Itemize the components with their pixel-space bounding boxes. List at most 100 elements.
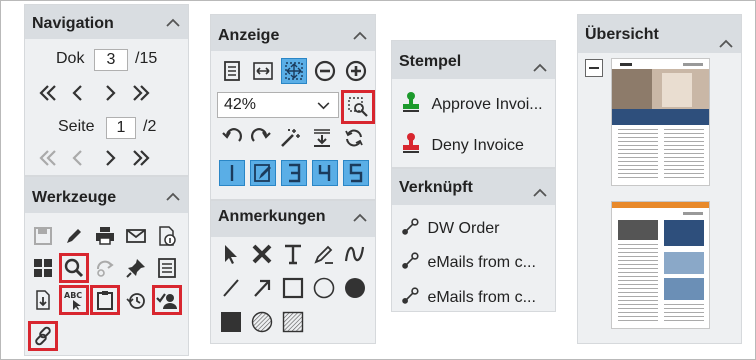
svg-text:ABC: ABC xyxy=(64,291,82,300)
zoom-out-icon[interactable] xyxy=(312,58,338,84)
stamp-label-deny: Deny Invoice xyxy=(431,137,524,154)
stempel-title: Stempel xyxy=(399,53,462,70)
cursor-icon[interactable] xyxy=(218,241,244,267)
layout-edit-icon[interactable] xyxy=(250,160,276,186)
stamp-item-approve[interactable]: Approve Invoi... xyxy=(400,91,543,114)
user-check-icon[interactable] xyxy=(152,285,182,315)
close-icon[interactable] xyxy=(249,241,275,267)
arrow-icon[interactable] xyxy=(249,275,275,301)
mail-icon[interactable] xyxy=(123,223,149,249)
pin-icon[interactable] xyxy=(123,255,149,281)
first-document-icon[interactable] xyxy=(35,80,61,106)
ellipse-icon[interactable] xyxy=(311,275,337,301)
document-info-icon[interactable] xyxy=(154,223,180,249)
linked-item-label: eMails from c... xyxy=(427,289,536,306)
search-icon[interactable] xyxy=(59,253,89,283)
page-thumbnail[interactable] xyxy=(611,58,710,186)
chevron-up-icon[interactable] xyxy=(166,192,180,201)
chevron-up-icon[interactable] xyxy=(353,31,367,40)
anmerkungen-title: Anmerkungen xyxy=(218,208,326,225)
previous-page-icon[interactable] xyxy=(65,145,91,171)
page-thumbnail[interactable] xyxy=(611,201,710,329)
linked-item[interactable]: eMails from c... xyxy=(401,252,536,272)
refresh-icon[interactable] xyxy=(341,125,367,151)
print-icon[interactable] xyxy=(92,223,118,249)
text-icon[interactable] xyxy=(280,241,306,267)
freehand-icon[interactable] xyxy=(342,241,368,267)
linked-item-label: DW Order xyxy=(427,220,500,237)
filled-circle-icon[interactable] xyxy=(342,275,368,301)
history-icon[interactable] xyxy=(123,287,149,313)
doc-total: /15 xyxy=(135,50,158,67)
verknuepft-title: Verknüpft xyxy=(399,179,473,196)
zoom-select[interactable]: 42% xyxy=(217,92,339,118)
pen-icon[interactable] xyxy=(311,241,337,267)
chevron-up-icon[interactable] xyxy=(166,18,180,27)
anmerkungen-header[interactable]: Anmerkungen xyxy=(211,201,375,237)
chevron-up-icon[interactable] xyxy=(533,188,547,197)
stamp-icon xyxy=(403,133,419,153)
magic-wand-icon[interactable] xyxy=(277,125,303,151)
layout-3-icon[interactable] xyxy=(281,160,307,186)
stamp-item-deny[interactable]: Deny Invoice xyxy=(400,132,524,155)
stempel-header[interactable]: Stempel xyxy=(392,41,555,79)
rotate-right-icon[interactable] xyxy=(248,125,274,151)
chevron-up-icon[interactable] xyxy=(719,39,733,48)
fit-width-icon[interactable] xyxy=(250,58,276,84)
link-node-icon xyxy=(402,252,419,269)
rectangle-icon[interactable] xyxy=(280,275,306,301)
navigation-title: Navigation xyxy=(32,15,114,32)
zoom-in-icon[interactable] xyxy=(343,58,369,84)
chevron-down-icon xyxy=(317,102,330,110)
next-page-icon[interactable] xyxy=(97,145,123,171)
page-label: Seite xyxy=(58,118,95,135)
download-icon[interactable] xyxy=(309,125,335,151)
link-icon[interactable] xyxy=(28,321,58,351)
layout-1-icon[interactable] xyxy=(219,160,245,186)
line-icon[interactable] xyxy=(218,275,244,301)
previous-document-icon[interactable] xyxy=(65,80,91,106)
stempel-panel: Stempel Approve Invoi... Deny Invoice xyxy=(391,40,556,168)
uebersicht-title: Übersicht xyxy=(585,26,659,43)
linked-item[interactable]: eMails from c... xyxy=(401,287,536,307)
grid-view-icon[interactable] xyxy=(30,255,56,281)
stamp-label-approve: Approve Invoi... xyxy=(431,96,543,113)
linked-item[interactable]: DW Order xyxy=(401,218,499,238)
clipboard-icon[interactable] xyxy=(90,285,120,315)
anzeige-header[interactable]: Anzeige xyxy=(211,15,375,51)
index-card-icon[interactable] xyxy=(154,255,180,281)
verknuepft-header[interactable]: Verknüpft xyxy=(392,169,555,205)
chevron-up-icon[interactable] xyxy=(353,213,367,222)
uebersicht-header[interactable]: Übersicht xyxy=(578,15,741,53)
zoom-selection-icon[interactable] xyxy=(341,90,375,124)
save-icon[interactable] xyxy=(30,223,56,249)
first-page-icon[interactable] xyxy=(35,145,61,171)
layout-5-icon[interactable] xyxy=(343,160,369,186)
last-document-icon[interactable] xyxy=(128,80,154,106)
filled-rectangle-icon[interactable] xyxy=(218,309,244,335)
pencil-icon[interactable] xyxy=(61,223,87,249)
anzeige-title: Anzeige xyxy=(218,27,280,44)
navigation-header[interactable]: Navigation xyxy=(25,5,188,39)
last-page-icon[interactable] xyxy=(128,145,154,171)
spellcheck-icon[interactable]: ABC xyxy=(59,285,89,315)
page-number-input[interactable]: 1 xyxy=(106,117,136,139)
layout-4-icon[interactable] xyxy=(312,160,338,186)
fit-page-icon[interactable] xyxy=(219,58,245,84)
fit-screen-icon[interactable] xyxy=(281,58,307,84)
next-document-icon[interactable] xyxy=(97,80,123,106)
doc-number-input[interactable]: 3 xyxy=(94,49,128,71)
document-download-icon[interactable] xyxy=(30,287,56,313)
navigation-panel: Navigation Dok 3 /15 Seite 1 /2 xyxy=(24,4,189,176)
hatched-circle-icon[interactable] xyxy=(249,309,275,335)
werkzeuge-title: Werkzeuge xyxy=(32,189,117,206)
hatched-rectangle-icon[interactable] xyxy=(280,309,306,335)
anmerkungen-panel: Anmerkungen xyxy=(210,200,376,344)
chevron-up-icon[interactable] xyxy=(533,63,547,72)
werkzeuge-header[interactable]: Werkzeuge xyxy=(25,177,188,213)
link-node-icon xyxy=(402,218,419,235)
collapse-icon[interactable] xyxy=(585,59,603,77)
workflow-icon[interactable] xyxy=(92,255,118,281)
rotate-left-icon[interactable] xyxy=(219,125,245,151)
werkzeuge-panel: Werkzeuge ABC xyxy=(24,176,189,356)
